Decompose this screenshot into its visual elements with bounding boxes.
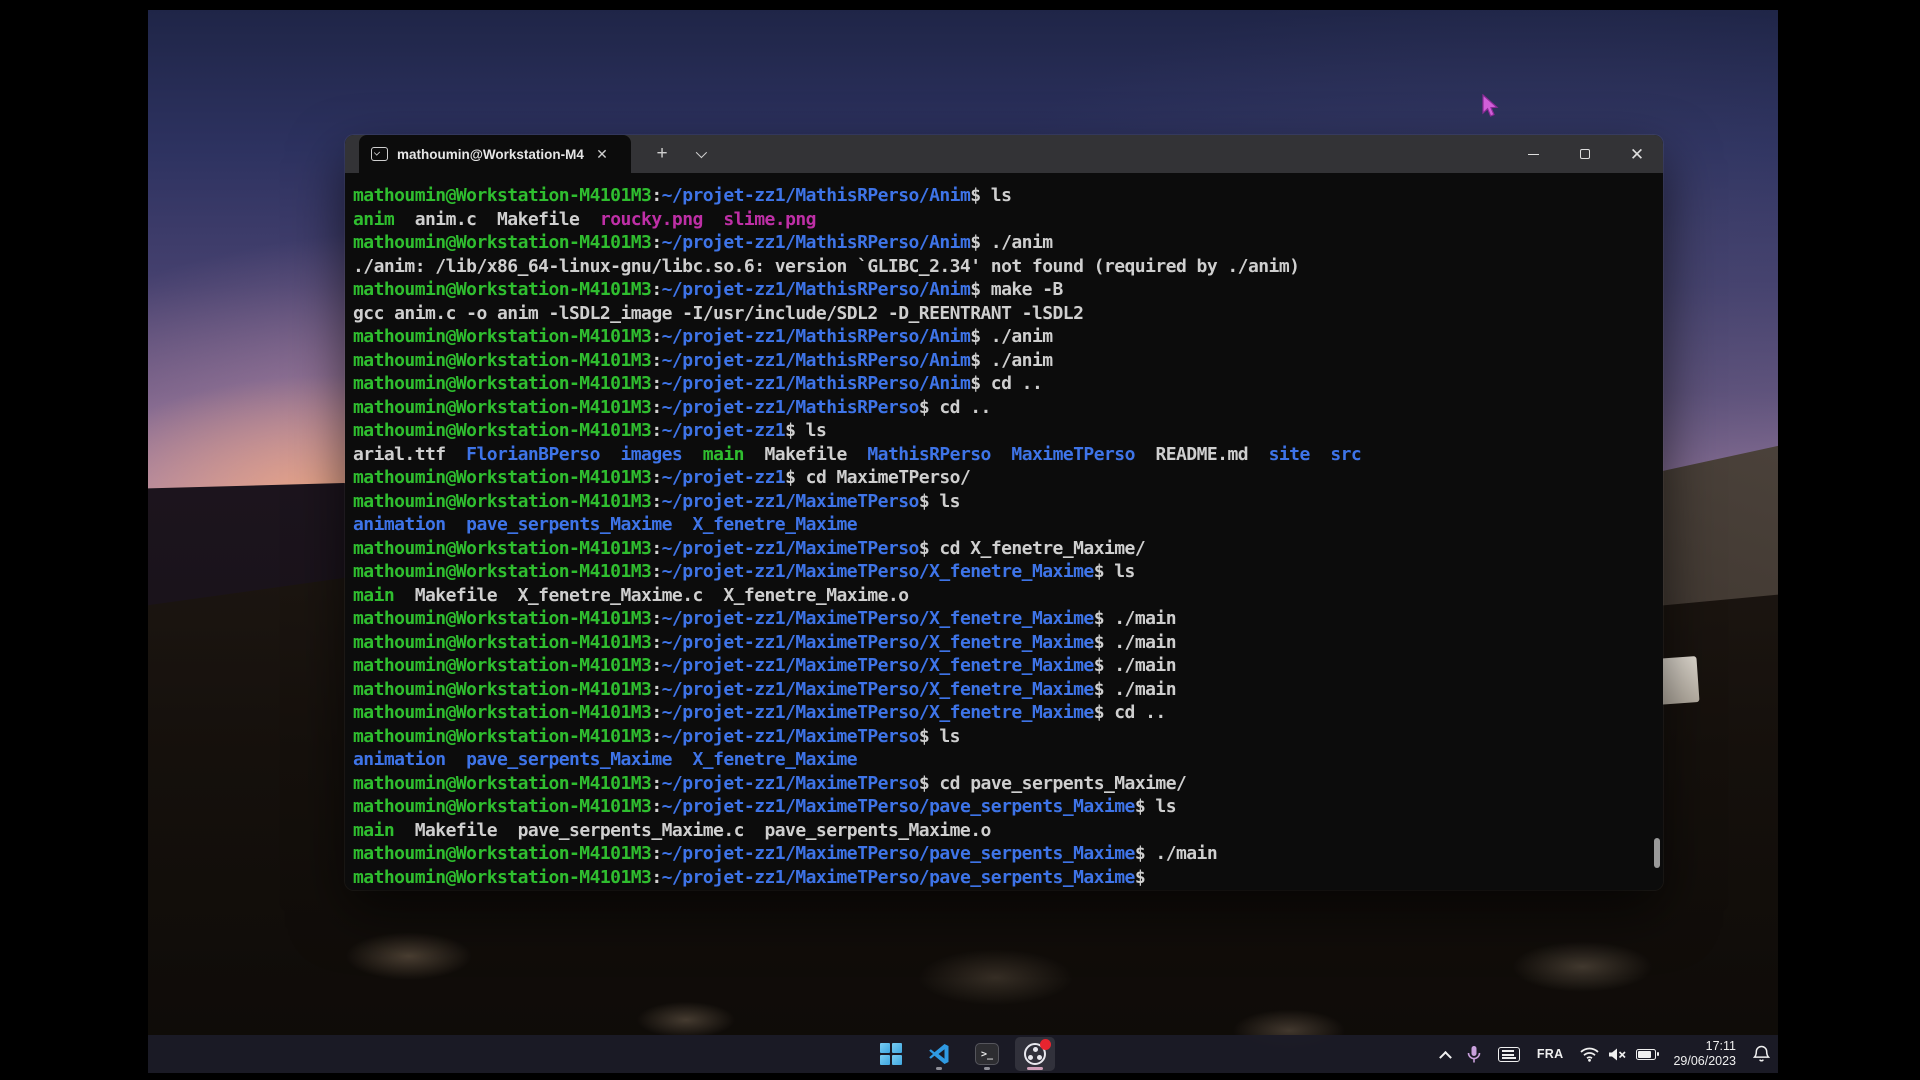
notification-center-button[interactable]: [1753, 1045, 1770, 1063]
terminal-line: mathoumin@Workstation-M4101M3:~/projet-z…: [353, 419, 1649, 443]
microphone-tray-button[interactable]: [1467, 1045, 1481, 1064]
letterbox-right: [1778, 0, 1920, 1080]
new-tab-button[interactable]: +: [645, 135, 679, 173]
terminal-line: main Makefile pave_serpents_Maxime.c pav…: [353, 819, 1649, 843]
letterbox-left: [0, 0, 148, 1080]
tab-terminal-icon: [371, 147, 388, 161]
tab-close-button[interactable]: ✕: [593, 145, 611, 163]
terminal-line: mathoumin@Workstation-M4101M3:~/projet-z…: [353, 842, 1649, 866]
terminal-line: mathoumin@Workstation-M4101M3:~/projet-z…: [353, 866, 1649, 890]
wifi-icon: [1580, 1047, 1599, 1062]
battery-icon: [1636, 1049, 1656, 1060]
close-button[interactable]: ✕: [1611, 135, 1663, 173]
terminal-line: mathoumin@Workstation-M4101M3:~/projet-z…: [353, 278, 1649, 302]
chevron-down-icon: [696, 147, 707, 158]
obs-running-indicator: [1027, 1067, 1043, 1070]
volume-muted-icon: [1608, 1047, 1627, 1062]
maximize-icon: [1580, 149, 1590, 159]
terminal-line: mathoumin@Workstation-M4101M3:~/projet-z…: [353, 490, 1649, 514]
terminal-line: animation pave_serpents_Maxime X_fenetre…: [353, 513, 1649, 537]
minimize-icon: [1528, 154, 1539, 155]
network-volume-battery-group[interactable]: [1580, 1047, 1656, 1062]
terminal-output: mathoumin@Workstation-M4101M3:~/projet-z…: [353, 184, 1649, 889]
terminal-line: gcc anim.c -o anim -lSDL2_image -I/usr/i…: [353, 302, 1649, 326]
terminal-line: ./anim: /lib/x86_64-linux-gnu/libc.so.6:…: [353, 255, 1649, 279]
maximize-button[interactable]: [1559, 135, 1611, 173]
terminal-icon: >_: [975, 1043, 999, 1065]
terminal-line: mathoumin@Workstation-M4101M3:~/projet-z…: [353, 725, 1649, 749]
terminal-line: mathoumin@Workstation-M4101M3:~/projet-z…: [353, 349, 1649, 373]
terminal-line: mathoumin@Workstation-M4101M3:~/projet-z…: [353, 607, 1649, 631]
terminal-line: mathoumin@Workstation-M4101M3:~/projet-z…: [353, 231, 1649, 255]
minimize-button[interactable]: [1507, 135, 1559, 173]
chevron-up-icon: [1439, 1050, 1452, 1063]
terminal-line: mathoumin@Workstation-M4101M3:~/projet-z…: [353, 537, 1649, 561]
terminal-line: mathoumin@Workstation-M4101M3:~/projet-z…: [353, 654, 1649, 678]
letterbox-bottom: [0, 1073, 1920, 1080]
microphone-icon: [1467, 1045, 1481, 1064]
taskbar-start-button[interactable]: [871, 1037, 911, 1071]
taskbar-app-group: >_: [871, 1035, 1055, 1073]
vscode-running-indicator: [936, 1067, 942, 1070]
titlebar[interactable]: mathoumin@Workstation-M4 ✕ + ✕: [345, 135, 1663, 173]
close-icon: ✕: [1630, 146, 1644, 163]
hidden-icons-button[interactable]: [1441, 1050, 1450, 1059]
clock-date: 29/06/2023: [1673, 1054, 1736, 1069]
terminal-line: mathoumin@Workstation-M4101M3:~/projet-z…: [353, 396, 1649, 420]
touch-keyboard-button[interactable]: [1498, 1047, 1520, 1062]
terminal-body[interactable]: mathoumin@Workstation-M4101M3:~/projet-z…: [345, 173, 1663, 890]
tab-dropdown-button[interactable]: [685, 135, 715, 173]
taskbar-clock[interactable]: 17:11 29/06/2023: [1673, 1039, 1736, 1069]
terminal-line: mathoumin@Workstation-M4101M3:~/projet-z…: [353, 631, 1649, 655]
terminal-window: mathoumin@Workstation-M4 ✕ + ✕ mathoumin…: [345, 135, 1663, 890]
terminal-line: animation pave_serpents_Maxime X_fenetre…: [353, 748, 1649, 772]
terminal-line: mathoumin@Workstation-M4101M3:~/projet-z…: [353, 772, 1649, 796]
windows-start-icon: [880, 1043, 902, 1065]
obs-notification-badge: [1040, 1039, 1051, 1050]
keyboard-icon: [1498, 1047, 1520, 1062]
letterbox-top: [0, 0, 1920, 10]
taskbar: >_ FRA: [148, 1035, 1778, 1073]
tab-title: mathoumin@Workstation-M4: [397, 147, 593, 162]
terminal-line: mathoumin@Workstation-M4101M3:~/projet-z…: [353, 372, 1649, 396]
terminal-line: mathoumin@Workstation-M4101M3:~/projet-z…: [353, 325, 1649, 349]
vscode-icon: [927, 1042, 951, 1066]
clock-time: 17:11: [1673, 1039, 1736, 1054]
mouse-cursor: [1481, 94, 1503, 125]
terminal-line: arial.ttf FlorianBPerso images main Make…: [353, 443, 1649, 467]
terminal-line: mathoumin@Workstation-M4101M3:~/projet-z…: [353, 701, 1649, 725]
terminal-line: mathoumin@Workstation-M4101M3:~/projet-z…: [353, 184, 1649, 208]
terminal-line: mathoumin@Workstation-M4101M3:~/projet-z…: [353, 795, 1649, 819]
system-tray: FRA 17:11 29/06/2023: [1441, 1035, 1770, 1073]
bell-icon: [1753, 1045, 1770, 1063]
taskbar-obs-button[interactable]: [1015, 1037, 1055, 1071]
terminal-line: main Makefile X_fenetre_Maxime.c X_fenet…: [353, 584, 1649, 608]
language-indicator[interactable]: FRA: [1537, 1047, 1564, 1061]
terminal-line: mathoumin@Workstation-M4101M3:~/projet-z…: [353, 466, 1649, 490]
terminal-line: mathoumin@Workstation-M4101M3:~/projet-z…: [353, 678, 1649, 702]
terminal-running-indicator: [984, 1067, 990, 1070]
taskbar-terminal-button[interactable]: >_: [967, 1037, 1007, 1071]
taskbar-vscode-button[interactable]: [919, 1037, 959, 1071]
terminal-tab[interactable]: mathoumin@Workstation-M4 ✕: [359, 135, 631, 173]
terminal-line: anim anim.c Makefile roucky.png slime.pn…: [353, 208, 1649, 232]
terminal-scrollbar-thumb[interactable]: [1654, 838, 1660, 868]
terminal-line: mathoumin@Workstation-M4101M3:~/projet-z…: [353, 560, 1649, 584]
